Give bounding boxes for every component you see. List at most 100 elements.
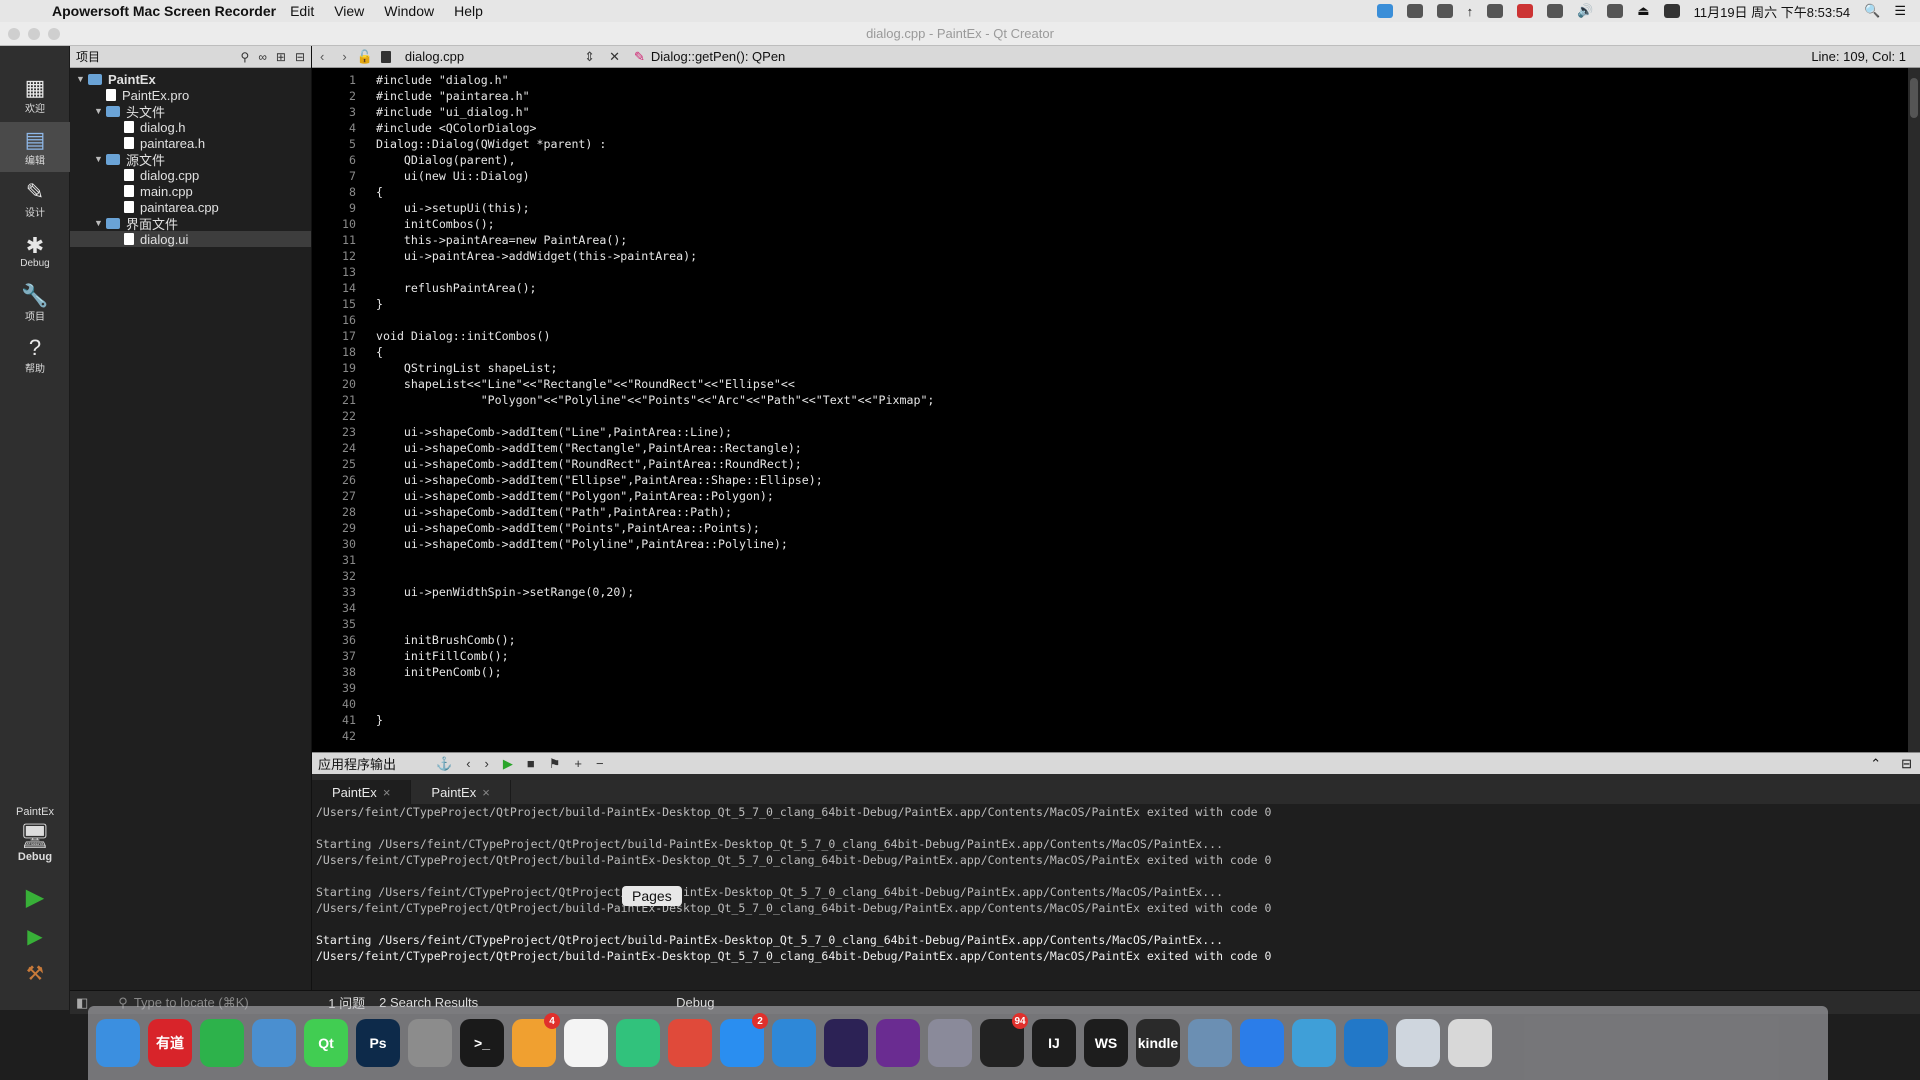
code-line[interactable]: ui->shapeComb->addItem("Polygon",PaintAr… bbox=[376, 488, 934, 504]
airplay-icon[interactable] bbox=[1547, 4, 1564, 18]
split-icon[interactable]: ⊞ bbox=[276, 50, 286, 64]
code-line[interactable]: ui->setupUi(this); bbox=[376, 200, 934, 216]
code-line[interactable]: void Dialog::initCombos() bbox=[376, 328, 934, 344]
code-editor[interactable]: 1 2 3 4 5 6 7 8 9 10 11 12 13 14 15 16 17 18 19 20 21 22 23 24 2… bbox=[312, 68, 1908, 752]
menu-window[interactable]: Window bbox=[384, 3, 434, 19]
code-line[interactable]: #include "paintarea.h" bbox=[376, 88, 934, 104]
code-line[interactable]: initBrushComb(); bbox=[376, 632, 934, 648]
dock-trash-icon[interactable] bbox=[1448, 1019, 1492, 1067]
code-line[interactable]: this->paintArea=new PaintArea(); bbox=[376, 232, 934, 248]
close-tab-icon[interactable]: × bbox=[383, 785, 391, 800]
chevron-down-icon[interactable]: ▼ bbox=[76, 74, 88, 84]
mode-projects[interactable]: 🔧 项目 bbox=[0, 278, 70, 328]
code-line[interactable] bbox=[376, 552, 934, 568]
next-icon[interactable]: › bbox=[485, 756, 489, 772]
code-line[interactable]: #include "dialog.h" bbox=[376, 72, 934, 88]
code-line[interactable] bbox=[376, 600, 934, 616]
dock-xcode-tools-icon[interactable] bbox=[252, 1019, 296, 1067]
dock-system-preferences-icon[interactable] bbox=[408, 1019, 452, 1067]
toggle-sidebar-icon[interactable]: ◧ bbox=[76, 995, 88, 1011]
recorder-status-icon[interactable] bbox=[1376, 4, 1393, 18]
dock-finder-window-icon[interactable] bbox=[1396, 1019, 1440, 1067]
code-line[interactable]: { bbox=[376, 344, 934, 360]
code-line[interactable] bbox=[376, 264, 934, 280]
code-line[interactable]: #include <QColorDialog> bbox=[376, 120, 934, 136]
code-text[interactable]: #include "dialog.h" #include "paintarea.h… bbox=[376, 72, 934, 744]
dock-vscode-icon[interactable] bbox=[1344, 1019, 1388, 1067]
dock-facetime-icon[interactable] bbox=[1292, 1019, 1336, 1067]
code-line[interactable]: } bbox=[376, 712, 934, 728]
zoom-window-button[interactable] bbox=[48, 28, 60, 40]
code-line[interactable]: QStringList shapeList; bbox=[376, 360, 934, 376]
dock-finder-icon[interactable] bbox=[96, 1019, 140, 1067]
mode-help[interactable]: ? 帮助 bbox=[0, 330, 70, 380]
dock-app-store-icon[interactable]: 2 bbox=[720, 1013, 768, 1067]
code-line[interactable]: #include "ui_dialog.h" bbox=[376, 104, 934, 120]
qq-status-icon[interactable] bbox=[1436, 4, 1453, 18]
search-status-icon[interactable] bbox=[1406, 4, 1423, 18]
stop-icon[interactable]: ■ bbox=[527, 756, 535, 772]
run-button[interactable]: ▶ bbox=[0, 883, 70, 912]
code-line[interactable]: initPenComb(); bbox=[376, 664, 934, 680]
dock-youdao-icon[interactable]: 有道 bbox=[148, 1019, 192, 1067]
window-status-icon[interactable] bbox=[1487, 4, 1504, 18]
app-name[interactable]: Apowersoft Mac Screen Recorder bbox=[52, 3, 276, 19]
menu-help[interactable]: Help bbox=[454, 3, 483, 19]
code-line[interactable]: QDialog(parent), bbox=[376, 152, 934, 168]
close-icon[interactable]: ✕ bbox=[609, 49, 620, 65]
tree-item[interactable]: ▼ 头文件 bbox=[70, 103, 311, 120]
dock-qq-music-icon[interactable] bbox=[616, 1019, 660, 1067]
dock-terminal-icon[interactable]: >_ bbox=[460, 1019, 504, 1067]
dock-intellij-icon[interactable]: IJ bbox=[1032, 1019, 1076, 1067]
mode-design[interactable]: ✎ 设计 bbox=[0, 174, 70, 224]
tree-item[interactable]: ▼ PaintEx bbox=[70, 71, 311, 87]
build-target-config[interactable]: Debug bbox=[0, 851, 70, 863]
code-line[interactable]: ui->shapeComb->addItem("Ellipse",PaintAr… bbox=[376, 472, 934, 488]
application-output[interactable]: /Users/feint/CTypeProject/QtProject/buil… bbox=[312, 804, 1908, 990]
output-tab[interactable]: PaintEx × bbox=[411, 780, 511, 804]
rerun-icon[interactable]: ▶ bbox=[503, 756, 513, 772]
scrollbar-thumb[interactable] bbox=[1910, 78, 1918, 118]
dock-preview-icon[interactable] bbox=[1188, 1019, 1232, 1067]
editor-scrollbar[interactable] bbox=[1908, 68, 1920, 752]
dock-pages-icon[interactable]: 4 bbox=[512, 1013, 560, 1067]
tree-item[interactable]: dialog.cpp bbox=[70, 167, 311, 183]
dock-qq-icon[interactable]: 94 bbox=[980, 1013, 1028, 1067]
code-line[interactable]: ui->penWidthSpin->setRange(0,20); bbox=[376, 584, 934, 600]
output-pane-title[interactable]: 应用程序输出 bbox=[318, 754, 396, 773]
code-line[interactable]: ui->shapeComb->addItem("Polyline",PaintA… bbox=[376, 536, 934, 552]
tree-item[interactable]: paintarea.cpp bbox=[70, 199, 311, 215]
code-line[interactable]: } bbox=[376, 296, 934, 312]
chevron-down-icon[interactable]: ▼ bbox=[94, 154, 106, 164]
debug-run-button[interactable]: ▶ bbox=[0, 924, 70, 949]
dock-webstorm-icon[interactable]: WS bbox=[1084, 1019, 1128, 1067]
code-line[interactable]: ui->shapeComb->addItem("Line",PaintArea:… bbox=[376, 424, 934, 440]
code-line[interactable]: Dialog::Dialog(QWidget *parent) : bbox=[376, 136, 934, 152]
code-line[interactable]: ui->shapeComb->addItem("Path",PaintArea:… bbox=[376, 504, 934, 520]
zoom-in-icon[interactable]: + bbox=[574, 756, 582, 772]
attach-debugger-icon[interactable]: ⚑ bbox=[549, 756, 561, 772]
tree-item[interactable]: dialog.ui bbox=[70, 231, 311, 247]
notification-status-icon[interactable] bbox=[1517, 4, 1534, 18]
battery-icon[interactable] bbox=[1607, 4, 1624, 18]
code-line[interactable] bbox=[376, 728, 934, 744]
chevron-down-icon[interactable]: ▼ bbox=[94, 218, 106, 228]
tree-item[interactable]: ▼ 源文件 bbox=[70, 151, 311, 168]
maximize-icon[interactable]: ⌃ bbox=[1870, 756, 1881, 772]
monitor-icon[interactable]: 🖥 bbox=[0, 822, 70, 851]
dock-qt-creator-icon[interactable]: Qt bbox=[304, 1019, 348, 1067]
dock-video-player-icon[interactable] bbox=[1240, 1019, 1284, 1067]
back-icon[interactable]: ‹ bbox=[320, 49, 324, 64]
mode-edit[interactable]: ▤ 编辑 bbox=[0, 122, 70, 172]
tree-item[interactable]: main.cpp bbox=[70, 183, 311, 199]
mode-debug[interactable]: ✱ Debug bbox=[0, 226, 70, 276]
dock-wechat-icon[interactable] bbox=[200, 1019, 244, 1067]
close-window-button[interactable] bbox=[8, 28, 20, 40]
code-line[interactable]: initCombos(); bbox=[376, 216, 934, 232]
chevron-down-icon[interactable]: ▼ bbox=[94, 106, 106, 116]
function-selector[interactable]: ✎ Dialog::getPen(): QPen bbox=[634, 49, 785, 65]
minimize-window-button[interactable] bbox=[28, 28, 40, 40]
attach-icon[interactable]: ⚓ bbox=[436, 756, 452, 772]
menu-view[interactable]: View bbox=[334, 3, 364, 19]
code-line[interactable] bbox=[376, 408, 934, 424]
